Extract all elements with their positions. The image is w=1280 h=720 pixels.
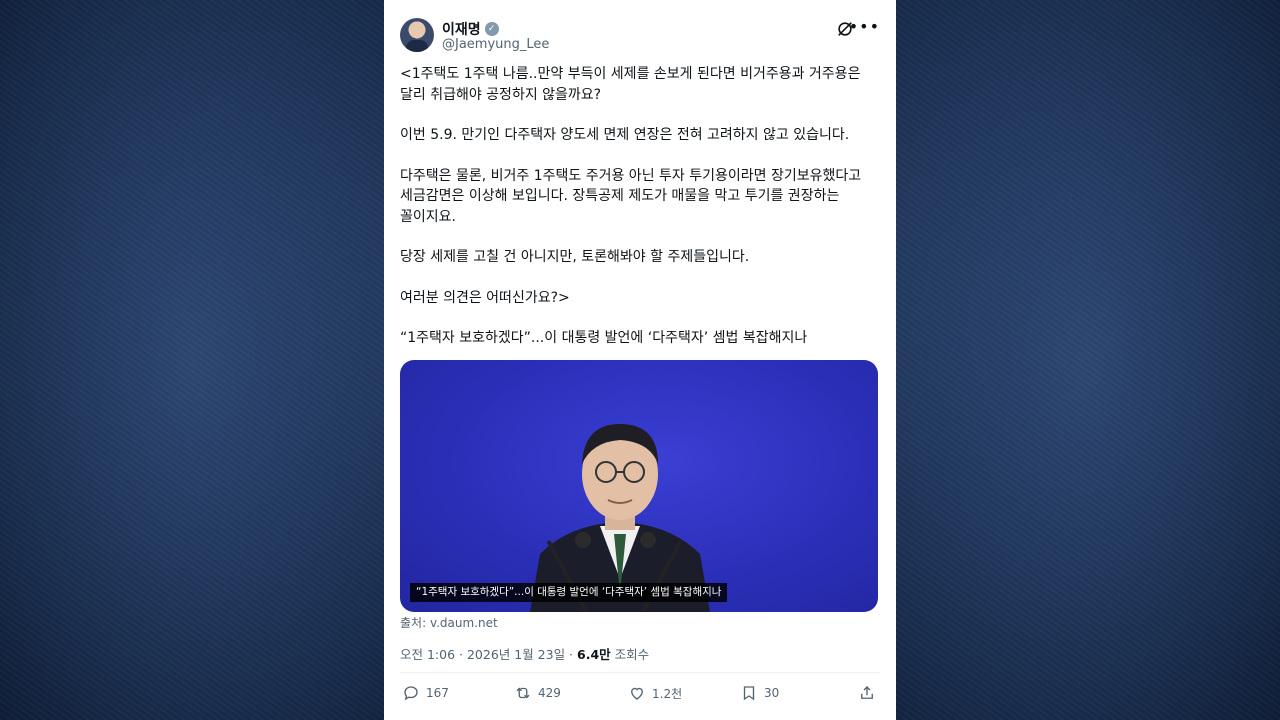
views-label: 조회수 — [610, 647, 650, 662]
share-icon — [861, 686, 873, 699]
views-count: 6.4만 — [577, 647, 611, 662]
reply-button[interactable]: 167 — [402, 684, 449, 702]
heart-icon — [631, 687, 643, 700]
post-paragraph: <1주택도 1주택 나름..만약 부득이 세제를 손보게 된다면 비거주용과 거… — [400, 66, 861, 103]
like-count: 1.2천 — [652, 686, 683, 701]
media-caption: “1주택자 보호하겠다”...이 대통령 발언에 ‘다주택자’ 셈법 복잡해지나 — [410, 583, 728, 602]
name-row: 이재명 ✓ — [442, 19, 499, 39]
repost-icon — [516, 687, 530, 699]
post-paragraph: 당장 세제를 고칠 건 아니지만, 토론해봐야 할 주제들입니다. — [400, 249, 750, 265]
backdrop-left — [0, 0, 384, 720]
reply-icon — [404, 686, 418, 701]
like-button[interactable]: 1.2천 — [628, 684, 682, 702]
repost-count: 429 — [538, 686, 561, 700]
microphone-head-right — [640, 532, 656, 548]
post-text: <1주택도 1주택 나름..만약 부득이 세제를 손보게 된다면 비거주용과 거… — [400, 64, 880, 349]
display-name[interactable]: 이재명 — [442, 19, 481, 39]
post-meta: 오전 1:06 · 2026년 1월 23일 · 6.4만 조회수 — [400, 644, 649, 663]
verified-badge-icon: ✓ — [484, 22, 499, 36]
reply-count: 167 — [426, 686, 449, 700]
bookmark-icon — [743, 686, 755, 701]
speaker-photo — [530, 424, 710, 612]
post-paragraph: 다주택은 물론, 비거주 1주택도 주거용 아닌 투자 투기용이라면 장기보유했… — [400, 167, 862, 225]
bookmark-button[interactable]: 30 — [740, 684, 779, 702]
share-button[interactable] — [858, 684, 876, 702]
article-title: “1주택자 보호하겠다”...이 대통령 발언에 ‘다주택자’ 셈법 복잡해지나 — [400, 330, 808, 346]
media-image[interactable]: “1주택자 보호하겠다”...이 대통령 발언에 ‘다주택자’ 셈법 복잡해지나 — [400, 360, 878, 612]
post-paragraph: 이번 5.9. 만기인 다주택자 양도세 면제 연장은 전혀 고려하지 않고 있… — [400, 127, 850, 143]
post-paragraph: 여러분 의견은 어떠신가요?> — [400, 289, 570, 306]
bookmark-count: 30 — [764, 686, 780, 700]
action-bar: 167 429 1.2천 30 — [400, 684, 880, 710]
divider — [400, 672, 880, 673]
microphone-head-left — [575, 532, 591, 548]
handle[interactable]: @Jaemyung_Lee — [442, 37, 549, 52]
post-header: 이재명 ✓ @Jaemyung_Lee ••• — [400, 14, 880, 58]
backdrop-right — [896, 0, 1280, 720]
timestamp[interactable]: 오전 1:06 · 2026년 1월 23일 · — [400, 647, 577, 662]
source-link[interactable]: 출처: v.daum.net — [400, 614, 498, 631]
post-card: 이재명 ✓ @Jaemyung_Lee ••• <1주택도 1주택 나름..만약… — [384, 0, 896, 720]
more-options-icon[interactable]: ••• — [849, 17, 880, 36]
repost-button[interactable]: 429 — [514, 684, 561, 702]
avatar[interactable] — [400, 18, 434, 52]
